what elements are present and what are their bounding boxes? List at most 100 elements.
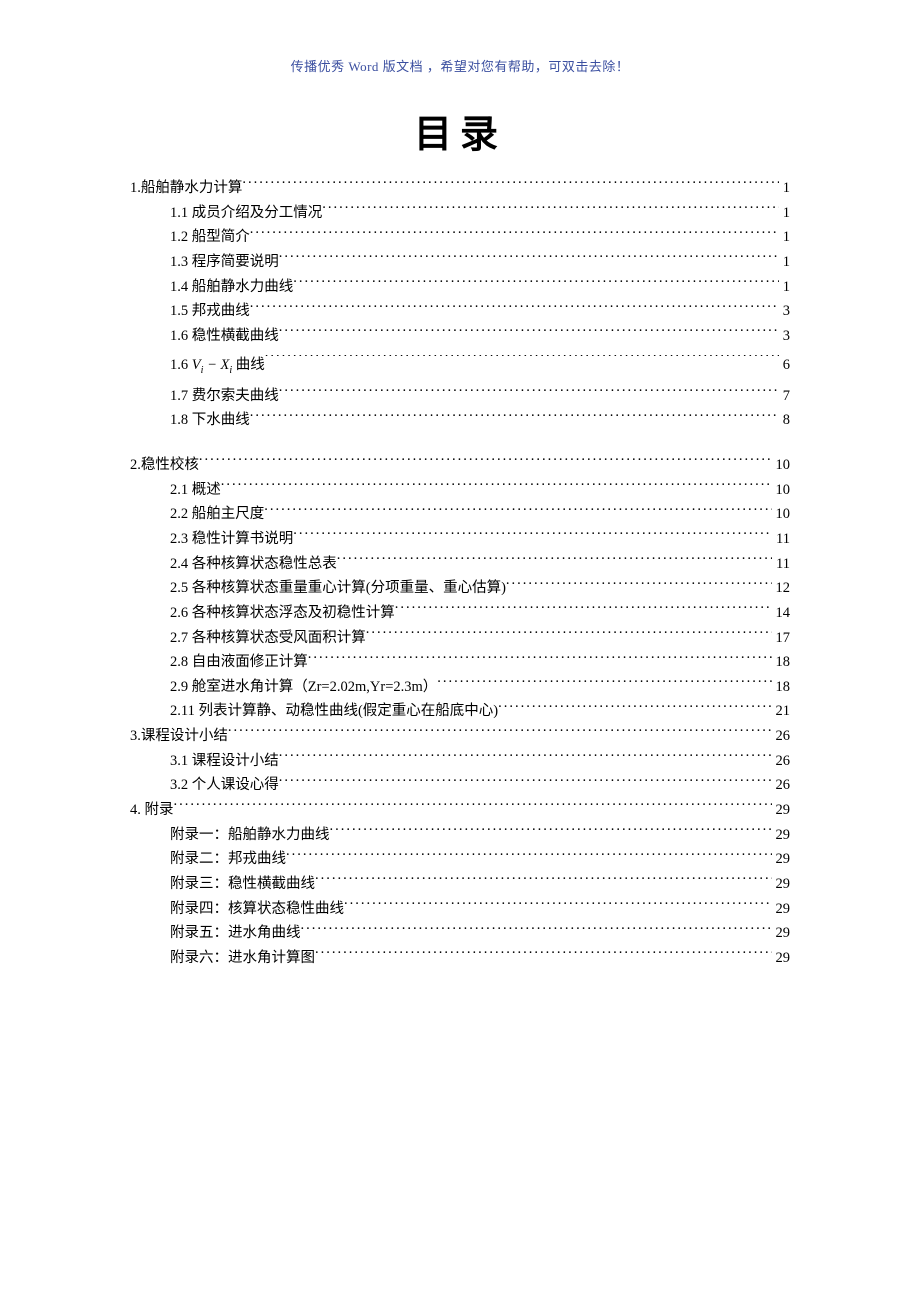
toc-entry-page: 3 [779, 299, 790, 324]
toc-leader-dots [279, 775, 772, 790]
toc-leader-dots [221, 479, 772, 494]
toc-entry-suffix: 曲线 [232, 357, 265, 373]
toc-entry-page: 26 [772, 724, 791, 749]
toc-entry: 2.5 各种核算状态重量重心计算(分项重量、重心估算) 12 [130, 576, 790, 601]
toc-leader-dots [315, 873, 772, 888]
toc-leader-dots [437, 676, 771, 691]
toc-entry-page: 6 [779, 348, 790, 383]
toc-entry-page: 21 [772, 699, 791, 724]
toc-leader-dots [308, 652, 772, 667]
toc-entry: 3.1 课程设计小结26 [130, 749, 790, 774]
toc-entry-page: 29 [772, 823, 791, 848]
toc-entry-page: 11 [772, 527, 790, 552]
toc-entry-page: 17 [772, 626, 791, 651]
toc-entry-label: 附录三：稳性横截曲线 [170, 872, 315, 897]
toc-entry-page: 29 [772, 897, 791, 922]
toc-entry-label: 1.7 费尔索夫曲线 [170, 384, 279, 409]
section-gap [130, 433, 790, 453]
toc-entry-page: 29 [772, 798, 791, 823]
toc-entry: 附录一：船舶静水力曲线 29 [130, 823, 790, 848]
toc-entry-prefix: 1.6 [170, 357, 192, 373]
toc-entry: 2.4 各种核算状态稳性总表11 [130, 552, 790, 577]
toc-entry-label: 2.8 自由液面修正计算 [170, 650, 308, 675]
toc-leader-dots [279, 750, 772, 765]
toc-leader-dots [366, 627, 772, 642]
toc-leader-dots [279, 325, 779, 340]
toc-leader-dots [250, 227, 779, 242]
toc-entry: 1.7 费尔索夫曲线7 [130, 384, 790, 409]
toc-leader-dots [301, 923, 772, 938]
toc-entry-label: 附录五：进水角曲线 [170, 921, 301, 946]
toc-entry-page: 18 [772, 675, 791, 700]
formula-vi-xi: Vi − Xi [192, 357, 232, 373]
toc-entry-label: 1.3 程序简要说明 [170, 250, 279, 275]
toc-title: 目录 [130, 103, 790, 158]
toc-entry-page: 8 [779, 408, 790, 433]
toc-leader-dots [250, 301, 779, 316]
toc-entry-label: 附录一：船舶静水力曲线 [170, 823, 330, 848]
toc-entry-label: 附录四：核算状态稳性曲线 [170, 897, 344, 922]
toc-leader-dots [265, 355, 779, 370]
toc-entry: 2.9 舱室进水角计算（Zr=2.02m,Yr=2.3m） 18 [130, 675, 790, 700]
toc-entry: 3.2 个人课设心得26 [130, 773, 790, 798]
toc-entry-label: 2.7 各种核算状态受风面积计算 [170, 626, 366, 651]
toc-entry: 3.课程设计小结 26 [130, 724, 790, 749]
toc-entry: 2.稳性校核10 [130, 453, 790, 478]
toc-entry-label: 2.9 舱室进水角计算（Zr=2.02m,Yr=2.3m） [170, 675, 437, 700]
toc-entry-label: 附录二：邦戎曲线 [170, 847, 286, 872]
toc-leader-dots [228, 726, 772, 741]
toc-entry-page: 12 [772, 576, 791, 601]
toc-leader-dots [344, 898, 772, 913]
toc-entry: 2.7 各种核算状态受风面积计算 17 [130, 626, 790, 651]
toc-leader-dots [264, 504, 771, 519]
toc-leader-dots [330, 824, 772, 839]
toc-entry-page: 1 [779, 275, 790, 300]
toc-entry: 1.3 程序简要说明1 [130, 250, 790, 275]
toc-leader-dots [174, 800, 772, 815]
toc-entry-page: 1 [779, 225, 790, 250]
toc-entry: 1.6 Vi − Xi 曲线 6 [130, 348, 790, 383]
toc-entry: 1.4 船舶静水力曲线1 [130, 275, 790, 300]
toc-entry-label: 1.8 下水曲线 [170, 408, 250, 433]
toc-entry-page: 3 [779, 324, 790, 349]
toc-leader-dots [199, 455, 772, 470]
toc-entry-page: 14 [772, 601, 791, 626]
toc-entry-label: 3.课程设计小结 [130, 724, 228, 749]
toc-entry-label: 2.5 各种核算状态重量重心计算(分项重量、重心估算) [170, 576, 506, 601]
toc-entry-page: 18 [772, 650, 791, 675]
toc-leader-dots [279, 385, 779, 400]
toc-entry: 附录四：核算状态稳性曲线 29 [130, 897, 790, 922]
toc-entry-label: 2.2 船舶主尺度 [170, 502, 264, 527]
toc-leader-dots [315, 947, 772, 962]
toc-entry: 附录二：邦戎曲线29 [130, 847, 790, 872]
toc-entry: 1.1 成员介绍及分工情况 1 [130, 201, 790, 226]
toc-entry-page: 29 [772, 921, 791, 946]
toc-entry-page: 10 [772, 502, 791, 527]
toc-entry-label: 附录六：进水角计算图 [170, 946, 315, 971]
toc-entry-page: 1 [779, 176, 790, 201]
toc-entry-page: 11 [772, 552, 790, 577]
toc-entry-label: 4. 附录 [130, 798, 174, 823]
toc-leader-dots [279, 251, 779, 266]
toc-entry: 1.5 邦戎曲线 3 [130, 299, 790, 324]
toc-entry-label: 1.5 邦戎曲线 [170, 299, 250, 324]
toc-leader-dots [322, 202, 779, 217]
toc-leader-dots [506, 578, 772, 593]
toc-entry: 附录三：稳性横截曲线29 [130, 872, 790, 897]
toc-leader-dots [293, 528, 772, 543]
toc-entry: 2.3 稳性计算书说明11 [130, 527, 790, 552]
toc-entry: 1.6 稳性横截曲线3 [130, 324, 790, 349]
toc-entry: 2.6 各种核算状态浮态及初稳性计算 14 [130, 601, 790, 626]
toc-entry-label: 1.船舶静水力计算 [130, 176, 242, 201]
toc-entry-label: 3.2 个人课设心得 [170, 773, 279, 798]
toc-entry-label: 2.稳性校核 [130, 453, 199, 478]
toc-entry-label: 2.6 各种核算状态浮态及初稳性计算 [170, 601, 395, 626]
toc-entry-label: 1.2 船型简介 [170, 225, 250, 250]
toc-entry-label: 3.1 课程设计小结 [170, 749, 279, 774]
toc-entry-page: 1 [779, 201, 790, 226]
toc-entry: 2.8 自由液面修正计算 18 [130, 650, 790, 675]
toc-entry-label: 1.1 成员介绍及分工情况 [170, 201, 322, 226]
toc-leader-dots [242, 178, 778, 193]
toc-leader-dots [286, 849, 772, 864]
toc-entry: 1.2 船型简介 1 [130, 225, 790, 250]
